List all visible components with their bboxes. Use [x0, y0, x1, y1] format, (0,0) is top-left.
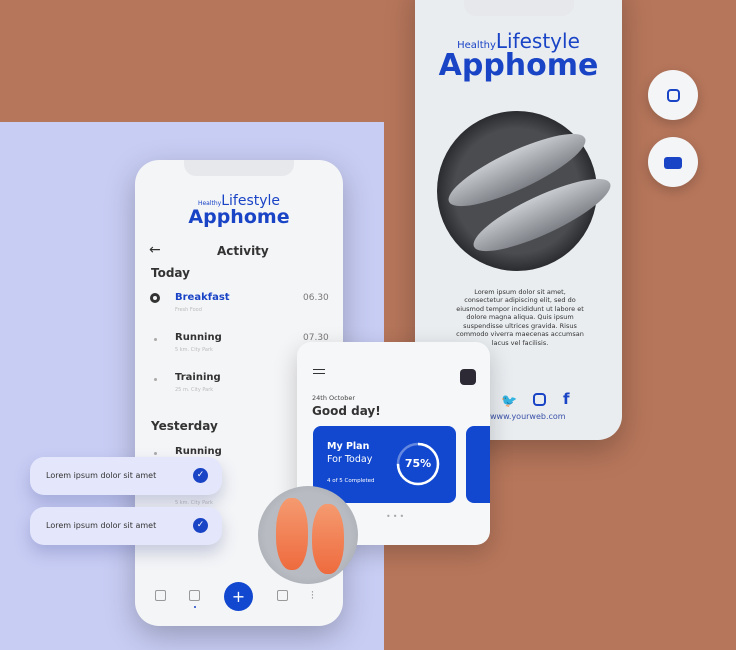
activity-sub: 25 m. City Park	[175, 387, 214, 393]
check-icon[interactable]: ✓	[193, 468, 208, 483]
checklist-item[interactable]: Lorem ipsum dolor sit amet ✓	[30, 457, 222, 495]
today-heading: Today	[151, 266, 190, 280]
next-plan-card[interactable]	[466, 426, 490, 503]
app-logo: HealthyLifestyle Apphome	[188, 193, 290, 228]
profile-icon[interactable]	[460, 369, 476, 385]
poster-logo: HealthyLifestyle Apphome	[438, 29, 599, 83]
salmon-plate-image	[258, 486, 358, 584]
poster-body-text: Lorem ipsum dolor sit amet, consectetur …	[456, 288, 584, 347]
settings-sliders-icon[interactable]: ⫶	[311, 589, 314, 603]
notch	[184, 160, 294, 176]
youtube-button[interactable]	[648, 137, 698, 187]
schedule-icon[interactable]	[277, 590, 288, 601]
greeting: Good day!	[312, 404, 381, 418]
date-label: 24th October	[312, 394, 356, 402]
activity-name[interactable]: Running	[175, 446, 222, 457]
activity-sub: 5 km. City Park	[175, 347, 213, 353]
timeline-active-dot	[150, 293, 160, 303]
activity-sub: 5 km. City Park	[175, 500, 213, 506]
check-icon[interactable]: ✓	[193, 518, 208, 533]
twitter-icon[interactable]: 🐦	[501, 394, 517, 409]
notch	[463, 0, 574, 16]
fish-plate-image	[437, 111, 619, 271]
activity-time: 06.30	[303, 293, 329, 303]
plan-title: My Plan	[327, 441, 370, 452]
facebook-icon[interactable]: f	[563, 390, 570, 408]
active-indicator	[194, 606, 196, 608]
activity-sub: Fresh Food	[175, 307, 202, 313]
youtube-icon	[664, 156, 682, 169]
website-url[interactable]: www.yourweb.com	[490, 412, 566, 421]
progress-label: 75%	[404, 457, 432, 470]
plan-card[interactable]: My Plan For Today 4 of 5 Completed 75%	[313, 426, 456, 503]
instagram-button[interactable]	[648, 70, 698, 120]
activity-name[interactable]: Breakfast	[175, 292, 230, 303]
completed-count: 4 of 5 Completed	[327, 478, 375, 484]
bottom-nav: + ⫶	[135, 580, 343, 616]
back-arrow-icon[interactable]: ←	[149, 242, 161, 258]
menu-icon[interactable]	[313, 369, 325, 374]
activity-name[interactable]: Training	[175, 372, 221, 383]
plan-subtitle: For Today	[327, 454, 373, 465]
pager-dots[interactable]: •••	[386, 512, 406, 521]
yesterday-heading: Yesterday	[151, 419, 218, 433]
checklist-text: Lorem ipsum dolor sit amet	[46, 521, 157, 530]
page-title: Activity	[217, 244, 269, 258]
home-icon[interactable]	[155, 590, 166, 601]
instagram-icon	[666, 89, 680, 102]
checklist-item[interactable]: Lorem ipsum dolor sit amet ✓	[30, 507, 222, 545]
checklist-text: Lorem ipsum dolor sit amet	[46, 471, 157, 480]
add-button[interactable]: +	[224, 582, 253, 611]
calendar-icon[interactable]	[189, 590, 200, 601]
activity-name[interactable]: Running	[175, 332, 222, 343]
instagram-icon[interactable]	[533, 393, 546, 406]
